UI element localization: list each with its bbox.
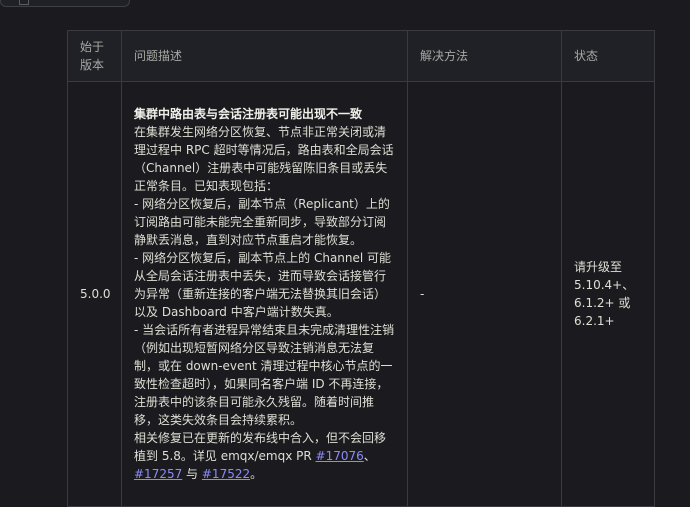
cell-version: 5.0.0 (67, 81, 122, 507)
issue-paragraph: 在集群发生网络分区恢复、节点非正常关闭或清理过程中 RPC 超时等情况后，路由表… (134, 125, 394, 193)
pr-link-17076[interactable]: #17076 (316, 449, 364, 463)
cell-description: 集群中路由表与会话注册表可能出现不一致 在集群发生网络分区恢复、节点非正常关闭或… (121, 81, 408, 507)
sentence-end: 。 (250, 467, 263, 481)
header-workaround: 解决方法 (407, 30, 562, 82)
header-description: 问题描述 (121, 30, 408, 82)
separator: 与 (182, 467, 202, 481)
header-status: 状态 (561, 30, 655, 82)
cell-workaround: - (407, 81, 562, 507)
top-cutoff-element (0, 0, 130, 7)
issue-bullet: - 网络分区恢复后，副本节点上的 Channel 可能从全局会话注册表中丢失，进… (134, 251, 392, 319)
table-row: 5.0.0 集群中路由表与会话注册表可能出现不一致 在集群发生网络分区恢复、节点… (67, 81, 655, 507)
known-issues-table: 始于 版本 问题描述 解决方法 状态 5.0.0 集群中路由表与会话注册表可能出… (67, 30, 655, 507)
table-header-row: 始于 版本 问题描述 解决方法 状态 (67, 30, 655, 82)
issue-title: 集群中路由表与会话注册表可能出现不一致 (134, 107, 363, 121)
issue-bullet: - 网络分区恢复后，副本节点（Replicant）上的订阅路由可能未能完全重新同… (134, 197, 390, 247)
issue-bullet: - 当会话所有者进程异常结束且未完成清理性注销（例如出现短暂网络分区导致注销消息… (134, 323, 395, 427)
fix-note: 相关修复已在更新的发布线中合入，但不会回移植到 5.8。详见 emqx/emqx… (134, 429, 395, 483)
pr-link-17522[interactable]: #17522 (202, 467, 250, 481)
separator: 、 (363, 449, 376, 463)
cell-status: 请升级至 5.10.4+、6.1.2+ 或 6.2.1+ (561, 81, 655, 507)
header-since-version: 始于 版本 (67, 30, 122, 82)
pr-link-17257[interactable]: #17257 (134, 467, 182, 481)
